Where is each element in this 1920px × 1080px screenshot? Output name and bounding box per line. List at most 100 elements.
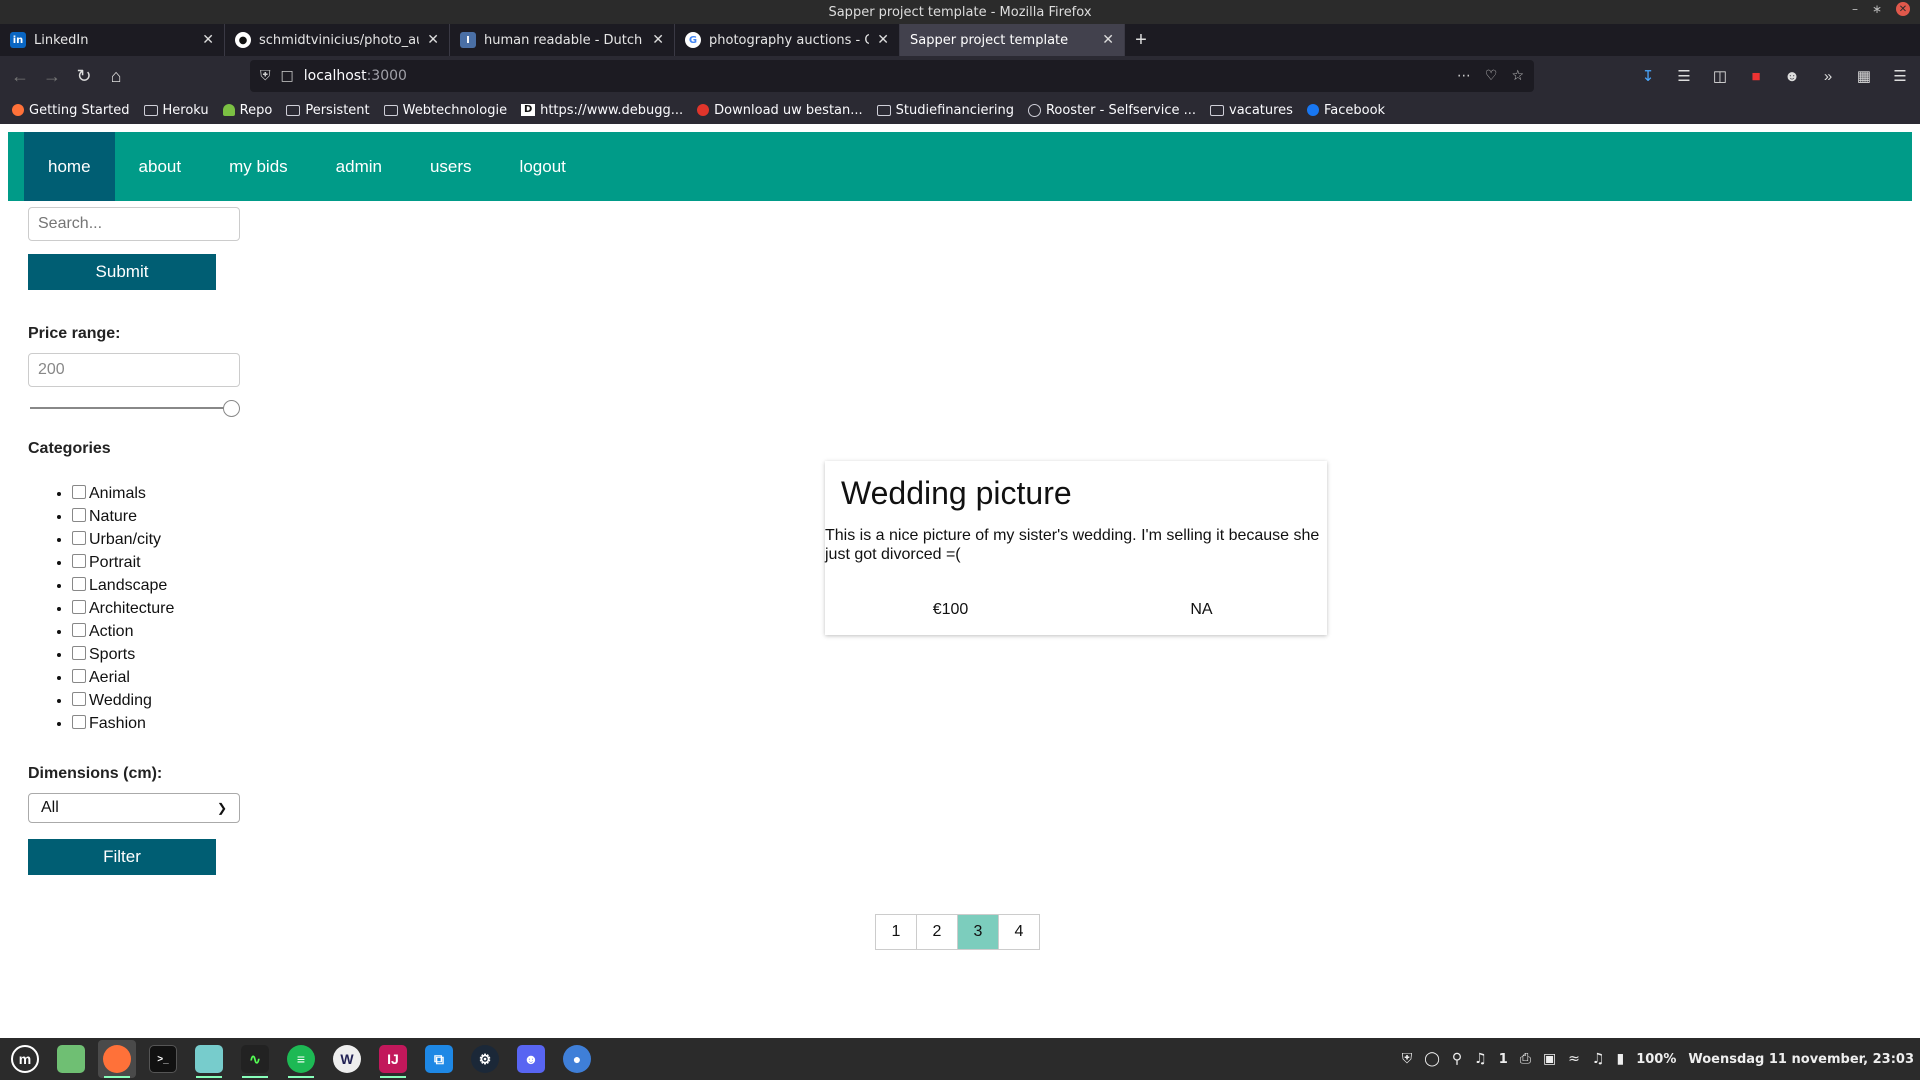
intellij-icon[interactable]: IJ — [374, 1040, 412, 1078]
category-checkbox[interactable] — [72, 646, 86, 660]
slider-thumb[interactable] — [223, 400, 240, 417]
bookmark-rooster[interactable]: Rooster - Selfservice ... — [1027, 102, 1197, 118]
tab-title: LinkedIn — [34, 32, 89, 48]
reload-icon[interactable]: ↻ — [68, 60, 100, 92]
close-tab-icon[interactable]: ✕ — [877, 32, 889, 48]
folder-taskbar-icon[interactable] — [190, 1040, 228, 1078]
category-checkbox[interactable] — [72, 623, 86, 637]
close-tab-icon[interactable]: ✕ — [1102, 32, 1114, 48]
shield-icon[interactable]: ⛨ — [260, 68, 271, 84]
bookmark-facebook[interactable]: Facebook — [1306, 103, 1385, 118]
bookmark-persistent[interactable]: Persistent — [286, 103, 370, 118]
steam-icon[interactable]: ⚙ — [466, 1040, 504, 1078]
system-monitor-icon[interactable]: ∿ — [236, 1040, 274, 1078]
category-checkbox[interactable] — [72, 669, 86, 683]
forward-icon[interactable]: → — [36, 60, 68, 92]
tab-sapper[interactable]: Sapper project template ✕ — [900, 24, 1125, 56]
tab-linkedin[interactable]: in LinkedIn ✕ — [0, 24, 225, 56]
page-button-1[interactable]: 1 — [875, 914, 917, 950]
search-input[interactable] — [28, 207, 240, 241]
page-button-4[interactable]: 4 — [998, 914, 1040, 950]
firefox-taskbar-icon[interactable] — [98, 1040, 136, 1078]
bookmark-star-icon[interactable]: ☆ — [1511, 68, 1524, 84]
bookmark-webtechnologie[interactable]: Webtechnologie — [383, 103, 507, 118]
close-tab-icon[interactable]: ✕ — [427, 32, 439, 48]
price-slider[interactable] — [28, 399, 240, 417]
filter-button[interactable]: Filter — [28, 839, 216, 875]
spotify-icon[interactable]: ≡ — [282, 1040, 320, 1078]
minimize-icon[interactable]: – — [1852, 2, 1858, 16]
bookmark-download[interactable]: Download uw bestan... — [697, 103, 863, 118]
listing-status: NA — [1190, 601, 1213, 618]
bookmark-repo[interactable]: Repo — [222, 103, 272, 118]
nav-about[interactable]: about — [115, 132, 206, 201]
vscode-icon[interactable]: ⧉ — [420, 1040, 458, 1078]
music-icon[interactable]: ♫ — [1592, 1051, 1605, 1067]
printer-icon[interactable]: ⎙ — [1520, 1051, 1531, 1067]
category-checkbox[interactable] — [72, 485, 86, 499]
page-actions-icon[interactable]: ⋯ — [1457, 68, 1471, 84]
writer-icon[interactable]: W — [328, 1040, 366, 1078]
library-icon[interactable]: ☰ — [1668, 60, 1700, 92]
screen-icon[interactable]: ▣ — [1543, 1051, 1556, 1067]
category-checkbox[interactable] — [72, 715, 86, 729]
notification-count: 1 — [1498, 1051, 1508, 1067]
close-window-icon[interactable]: ✕ — [1896, 2, 1910, 16]
pocket-icon[interactable]: ♡ — [1485, 68, 1498, 84]
nav-admin[interactable]: admin — [312, 132, 406, 201]
clock[interactable]: Woensdag 11 november, 23:03 — [1688, 1052, 1914, 1067]
category-checkbox[interactable] — [72, 531, 86, 545]
extension-icon[interactable]: ■ — [1740, 60, 1772, 92]
page-button-2[interactable]: 2 — [916, 914, 958, 950]
home-icon[interactable]: ⌂ — [100, 60, 132, 92]
bookmark-vacatures[interactable]: vacatures — [1210, 103, 1293, 118]
nav-users[interactable]: users — [406, 132, 496, 201]
bookmark-getting-started[interactable]: Getting Started — [12, 103, 130, 118]
wifi-icon[interactable]: ≈ — [1568, 1051, 1580, 1067]
bookmark-debugg[interactable]: Dhttps://www.debugg... — [521, 103, 683, 118]
category-checkbox[interactable] — [72, 692, 86, 706]
notification-bell-icon[interactable]: ♫ — [1474, 1051, 1487, 1067]
bookmark-studiefinanciering[interactable]: Studiefinanciering — [876, 103, 1014, 118]
category-checkbox[interactable] — [72, 577, 86, 591]
dimensions-select[interactable]: All ❯ — [28, 793, 240, 823]
discord-icon[interactable]: ☻ — [512, 1040, 550, 1078]
bookmark-label: Rooster - Selfservice ... — [1045, 102, 1197, 118]
sidebar-icon[interactable]: ◫ — [1704, 60, 1736, 92]
category-label: Animals — [89, 485, 146, 502]
vpn-icon[interactable]: ◯ — [1424, 1051, 1440, 1067]
account-icon[interactable]: ☻ — [1776, 60, 1808, 92]
listing-card[interactable]: Wedding picture This is a nice picture o… — [825, 461, 1327, 635]
drop-icon[interactable]: ● — [558, 1040, 596, 1078]
nav-my-bids[interactable]: my bids — [205, 132, 312, 201]
category-checkbox[interactable] — [72, 600, 86, 614]
url-bar[interactable]: ⛨ □ localhost:3000 ⋯ ♡ ☆ — [250, 60, 1534, 92]
category-checkbox[interactable] — [72, 508, 86, 522]
battery-icon[interactable]: ▮ — [1616, 1051, 1624, 1067]
tab-dictionary[interactable]: I human readable - Dutch tra ✕ — [450, 24, 675, 56]
terminal-icon[interactable]: >_ — [144, 1040, 182, 1078]
price-input[interactable]: 200 — [28, 353, 240, 387]
overflow-icon[interactable]: » — [1812, 60, 1844, 92]
menu-icon[interactable]: ☰ — [1884, 60, 1916, 92]
downloads-icon[interactable]: ↧ — [1632, 60, 1664, 92]
back-icon[interactable]: ← — [4, 60, 36, 92]
new-tab-icon[interactable]: + — [1125, 24, 1157, 56]
close-tab-icon[interactable]: ✕ — [652, 32, 664, 48]
close-tab-icon[interactable]: ✕ — [202, 32, 214, 48]
maximize-icon[interactable]: ∗ — [1872, 2, 1882, 16]
mint-menu-icon[interactable]: m — [6, 1040, 44, 1078]
files-icon[interactable] — [52, 1040, 90, 1078]
shield-tray-icon[interactable]: ⛨ — [1402, 1051, 1413, 1067]
extensions-puzzle-icon[interactable]: ▦ — [1848, 60, 1880, 92]
page-button-3[interactable]: 3 — [957, 914, 999, 950]
submit-button[interactable]: Submit — [28, 254, 216, 290]
category-checkbox[interactable] — [72, 554, 86, 568]
location-icon[interactable]: ⚲ — [1452, 1051, 1462, 1067]
bookmark-heroku[interactable]: Heroku — [143, 103, 209, 118]
nav-logout[interactable]: logout — [496, 132, 590, 201]
nav-home[interactable]: home — [24, 132, 115, 201]
tab-google[interactable]: G photography auctions - Goo ✕ — [675, 24, 900, 56]
tab-github[interactable]: ● schmidtvinicius/photo_auc ✕ — [225, 24, 450, 56]
category-item: Architecture — [72, 597, 240, 620]
